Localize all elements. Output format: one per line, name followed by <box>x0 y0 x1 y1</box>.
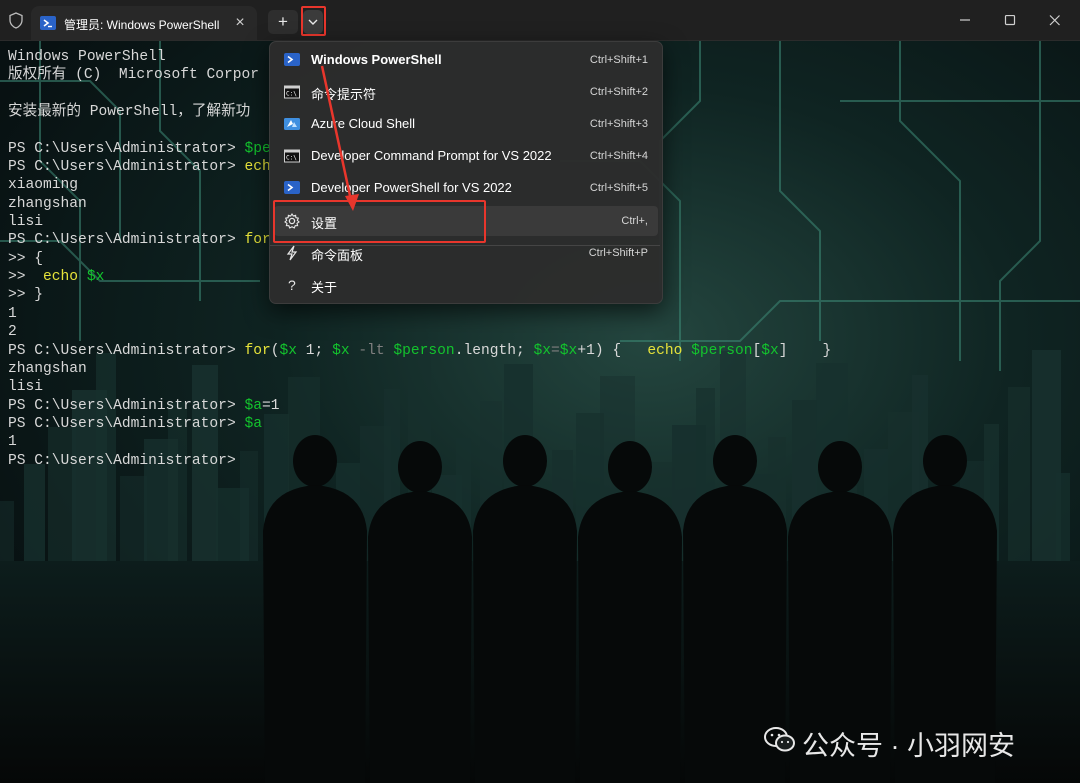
wechat-icon <box>764 727 795 752</box>
red-arrow-annotation <box>320 65 359 211</box>
watermark-text: 公众号 · 小羽网安 <box>802 731 1015 761</box>
